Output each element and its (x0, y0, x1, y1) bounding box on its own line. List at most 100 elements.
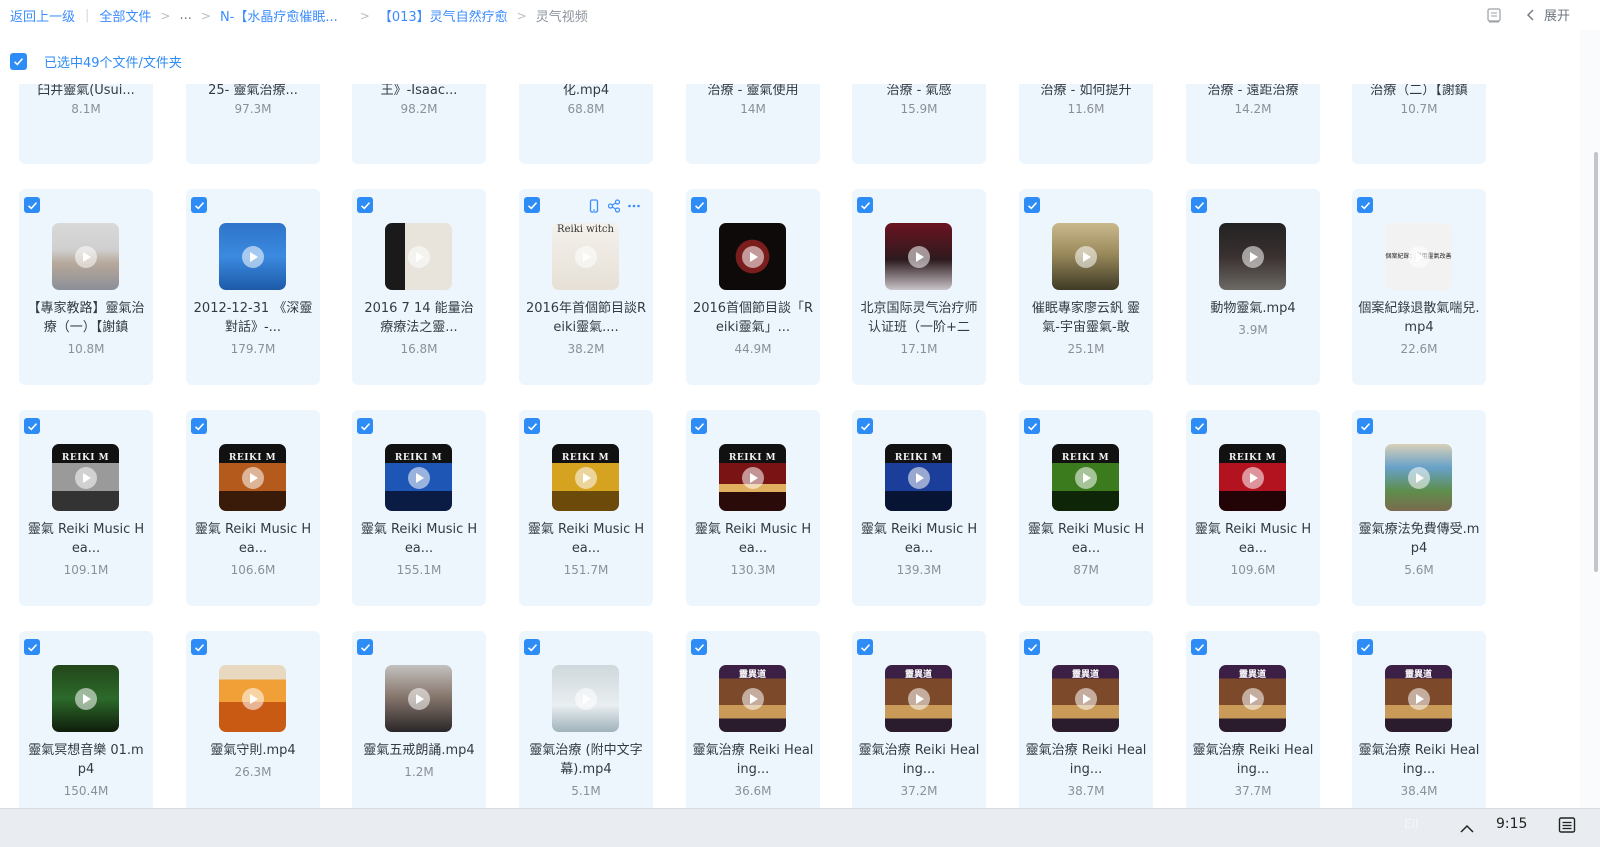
file-card[interactable]: 【專家教路】靈氣治療 - 如何提升11.6M (1019, 84, 1153, 164)
file-checkbox[interactable] (357, 197, 373, 213)
video-thumbnail[interactable] (719, 223, 786, 290)
file-card[interactable]: 「靈氣」1.2.3 階段化.mp468.8M (519, 84, 653, 164)
file-card[interactable]: 靈氣守則.mp4 26.3M (186, 631, 320, 808)
file-checkbox[interactable] (1024, 639, 1040, 655)
file-card[interactable]: REIKI M 靈氣 Reiki Music Hea... 106.6M (186, 410, 320, 606)
file-card[interactable]: 《NewAge 綺麗王》-Isaac...98.2M (352, 84, 486, 164)
phone-icon[interactable] (587, 198, 601, 213)
file-checkbox[interactable] (1357, 418, 1373, 434)
file-checkbox[interactable] (524, 197, 540, 213)
file-card[interactable]: 靈氣治療 (附中文字幕).mp4 5.1M (519, 631, 653, 808)
file-checkbox[interactable] (1191, 197, 1207, 213)
breadcrumb-ellipsis[interactable]: ... (179, 8, 191, 23)
file-checkbox[interactable] (1357, 639, 1373, 655)
file-card[interactable]: REIKI M 靈氣 Reiki Music Hea... 151.7M (519, 410, 653, 606)
file-card[interactable]: 靈異道 靈氣治療 Reiki Healing... 37.7M (1186, 631, 1320, 808)
file-card[interactable]: 靈氣療法免費傳受.mp4 5.6M (1352, 410, 1486, 606)
file-card[interactable]: 《冰靈對話》 EP025- 靈氣治療...97.3M (186, 84, 320, 164)
file-card[interactable]: 催眠專家廖云釩 靈氣-宇宙靈氣-敢 25.1M (1019, 189, 1153, 385)
file-checkbox[interactable] (24, 418, 40, 434)
file-checkbox[interactable] (357, 639, 373, 655)
file-card[interactable]: 2016 7 14 能量治療療法之靈... 16.8M (352, 189, 486, 385)
notification-icon[interactable] (1558, 816, 1576, 834)
file-checkbox[interactable] (1024, 418, 1040, 434)
video-thumbnail[interactable] (385, 223, 452, 290)
video-thumbnail[interactable]: 靈異道 (1052, 665, 1119, 732)
file-card[interactable]: REIKI M 靈氣 Reiki Music Hea... 155.1M (352, 410, 486, 606)
file-checkbox[interactable] (191, 418, 207, 434)
vertical-scrollbar[interactable] (1580, 30, 1600, 808)
file-checkbox[interactable] (1024, 197, 1040, 213)
share-icon[interactable] (607, 198, 621, 213)
file-card[interactable]: REIKI M 靈氣 Reiki Music Hea... 87M (1019, 410, 1153, 606)
file-card[interactable]: 靈異道 靈氣治療 Reiki Healing... 38.7M (1019, 631, 1153, 808)
video-thumbnail[interactable] (1052, 223, 1119, 290)
file-card[interactable]: 靈異道 靈氣治療 Reiki Healing... 38.4M (1352, 631, 1486, 808)
file-card[interactable]: 【專家教路】靈氣治療（二）【謝鎮10.7M (1352, 84, 1486, 164)
video-thumbnail[interactable] (52, 223, 119, 290)
video-thumbnail[interactable]: 靈異道 (885, 665, 952, 732)
file-card[interactable]: REIKI M 靈氣 Reiki Music Hea... 109.1M (19, 410, 153, 606)
video-thumbnail[interactable]: REIKI M (385, 444, 452, 511)
expand-button[interactable]: 展开 (1544, 5, 1570, 24)
video-thumbnail[interactable]: 個案紀錄：利用靈氣改善 (1385, 223, 1452, 290)
file-card[interactable]: 個案紀錄：利用靈氣改善個案紀錄退散氣喘兒.mp4 22.6M (1352, 189, 1486, 385)
video-thumbnail[interactable]: 靈異道 (1219, 665, 1286, 732)
video-thumbnail[interactable] (219, 665, 286, 732)
video-thumbnail[interactable]: REIKI M (1219, 444, 1286, 511)
more-icon[interactable] (627, 198, 641, 212)
scrollbar-thumb[interactable] (1594, 152, 1598, 572)
video-thumbnail[interactable] (885, 223, 952, 290)
file-card[interactable]: 【專家教路】靈氣治療 - 靈氣使用14M (686, 84, 820, 164)
file-card[interactable]: 【專家教路】靈氣治療（一）【謝鎮 10.8M (19, 189, 153, 385)
video-thumbnail[interactable]: REIKI M (219, 444, 286, 511)
select-all-checkbox[interactable] (10, 53, 27, 70)
file-card[interactable]: 靈異道 靈氣治療 Reiki Healing... 37.2M (852, 631, 986, 808)
video-thumbnail[interactable] (1219, 223, 1286, 290)
video-thumbnail[interactable]: REIKI M (1052, 444, 1119, 511)
file-card[interactable]: 北京国际灵气治疗师认证班（一阶+二 17.1M (852, 189, 986, 385)
file-card[interactable]: REIKI M 靈氣 Reiki Music Hea... 130.3M (686, 410, 820, 606)
file-checkbox[interactable] (1191, 418, 1207, 434)
video-thumbnail[interactable]: 靈異道 (719, 665, 786, 732)
breadcrumb-folder-reiki[interactable]: 【013】灵气自然疗愈 (379, 6, 508, 25)
breadcrumb-all-files[interactable]: 全部文件 (99, 6, 151, 25)
file-checkbox[interactable] (24, 639, 40, 655)
video-thumbnail[interactable] (1385, 444, 1452, 511)
file-checkbox[interactable] (524, 639, 540, 655)
file-checkbox[interactable] (1191, 639, 1207, 655)
file-card[interactable]: 【專家教路】靈氣治療 - 遠距治療14.2M (1186, 84, 1320, 164)
chevron-left-icon[interactable] (1524, 7, 1538, 23)
video-thumbnail[interactable]: Reiki witch (552, 223, 619, 290)
video-thumbnail[interactable]: REIKI M (52, 444, 119, 511)
file-checkbox[interactable] (857, 418, 873, 434)
file-card[interactable]: 【專家教路】靈氣治療 - 氣感15.9M (852, 84, 986, 164)
file-card[interactable]: 靈異道 靈氣治療 Reiki Healing... 36.6M (686, 631, 820, 808)
video-thumbnail[interactable] (219, 223, 286, 290)
file-card[interactable]: 靈氣五戒朗誦.mp4 1.2M (352, 631, 486, 808)
video-thumbnail[interactable]: REIKI M (719, 444, 786, 511)
video-thumbnail[interactable] (385, 665, 452, 732)
video-thumbnail[interactable] (52, 665, 119, 732)
file-card[interactable]: 《死》靈氣學派》臼井靈氣(Usui...8.1M (19, 84, 153, 164)
document-icon[interactable] (1486, 7, 1502, 23)
file-checkbox[interactable] (857, 197, 873, 213)
file-card[interactable]: REIKI M 靈氣 Reiki Music Hea... 109.6M (1186, 410, 1320, 606)
file-checkbox[interactable] (691, 639, 707, 655)
file-checkbox[interactable] (857, 639, 873, 655)
file-card[interactable]: 2016首個節目談「Reiki靈氣」... 44.9M (686, 189, 820, 385)
file-card[interactable]: Reiki witch 2016年首個節目談Reiki靈氣.... 38.2M (519, 189, 653, 385)
file-checkbox[interactable] (191, 197, 207, 213)
file-card[interactable]: 2012-12-31 《深靈對話》-... 179.7M (186, 189, 320, 385)
file-checkbox[interactable] (1357, 197, 1373, 213)
file-checkbox[interactable] (524, 418, 540, 434)
file-card[interactable]: 靈氣冥想音樂 01.mp4 150.4M (19, 631, 153, 808)
file-checkbox[interactable] (191, 639, 207, 655)
breadcrumb-folder-crystal[interactable]: N-【水晶疗愈催眠... (220, 6, 338, 25)
video-thumbnail[interactable] (552, 665, 619, 732)
file-card[interactable]: 動物靈氣.mp4 3.9M (1186, 189, 1320, 385)
chevron-up-icon[interactable] (1459, 821, 1475, 835)
video-thumbnail[interactable]: REIKI M (552, 444, 619, 511)
file-checkbox[interactable] (24, 197, 40, 213)
back-link[interactable]: 返回上一级 (10, 6, 75, 25)
